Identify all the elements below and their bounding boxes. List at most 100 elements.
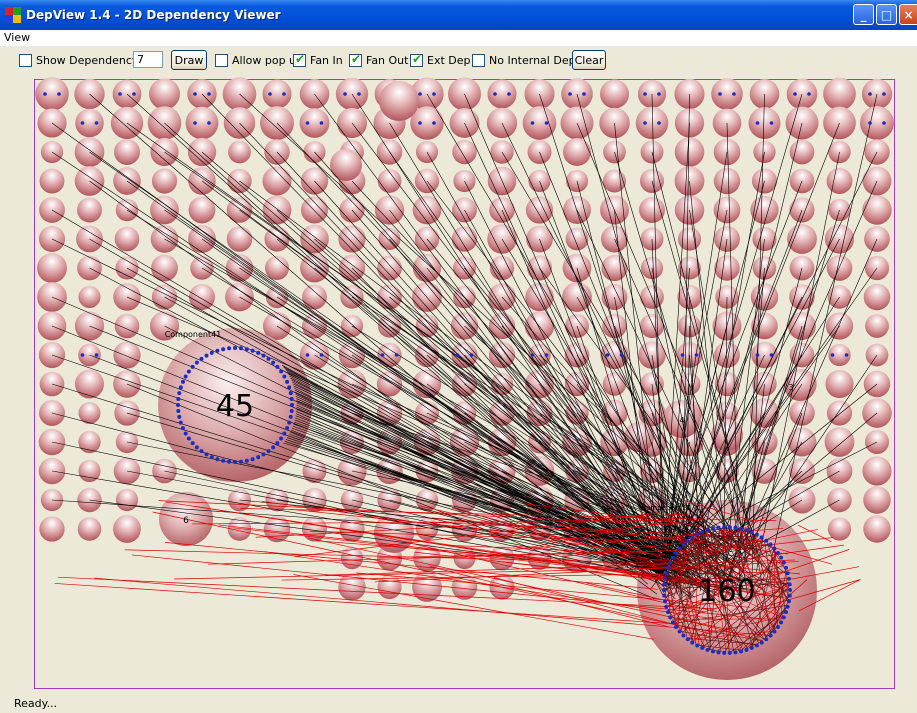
- hub-port: [783, 565, 788, 570]
- component-node[interactable]: [115, 488, 139, 512]
- component-node[interactable]: [35, 77, 69, 111]
- component-node[interactable]: [522, 106, 557, 140]
- component-node[interactable]: [299, 108, 330, 138]
- component-node[interactable]: [489, 400, 515, 426]
- component-node[interactable]: [451, 226, 478, 252]
- component-node[interactable]: [188, 196, 216, 224]
- component-node[interactable]: [862, 195, 892, 225]
- node-port: [694, 353, 699, 357]
- node-port: [643, 92, 647, 96]
- component41-port: [279, 436, 284, 441]
- component41-port: [186, 369, 191, 374]
- component-node[interactable]: [787, 224, 817, 254]
- component-node[interactable]: [825, 369, 854, 399]
- component-node[interactable]: [863, 486, 891, 514]
- component-node[interactable]: [674, 137, 705, 167]
- component-node[interactable]: [78, 285, 101, 309]
- component-node[interactable]: [827, 517, 852, 541]
- component-node[interactable]: [37, 108, 67, 138]
- component-node[interactable]: [714, 371, 740, 397]
- component-node[interactable]: [114, 313, 140, 339]
- component-node[interactable]: [262, 166, 292, 196]
- component41-port: [209, 350, 214, 355]
- component-node[interactable]: [748, 107, 781, 139]
- component-node[interactable]: [599, 79, 630, 109]
- component-node[interactable]: [565, 227, 589, 251]
- component-node[interactable]: [750, 283, 779, 311]
- component-node[interactable]: [77, 197, 102, 223]
- node-port: [343, 92, 347, 96]
- component-node[interactable]: [113, 515, 141, 543]
- component-node[interactable]: [75, 108, 104, 138]
- component-node[interactable]: [563, 138, 591, 166]
- component-node[interactable]: [330, 149, 362, 181]
- node-port: [469, 353, 474, 357]
- component-node[interactable]: [824, 427, 855, 457]
- component41-port: [233, 346, 237, 350]
- component41-port: [271, 445, 276, 450]
- component-node[interactable]: [379, 81, 419, 121]
- hub-port: [759, 535, 764, 540]
- component41-port: [275, 441, 280, 446]
- node-port: [530, 353, 535, 357]
- component-node[interactable]: [415, 314, 439, 338]
- component-node[interactable]: [714, 255, 740, 281]
- component-node[interactable]: [377, 255, 402, 281]
- hub-port: [716, 650, 721, 655]
- component-node[interactable]: [75, 369, 104, 399]
- component-node[interactable]: [188, 283, 216, 311]
- component-node[interactable]: [602, 372, 627, 396]
- component-node[interactable]: [602, 169, 627, 193]
- node-port: [868, 121, 872, 125]
- component41-port: [261, 452, 266, 457]
- component-node[interactable]: [37, 253, 67, 283]
- component-node[interactable]: [114, 226, 140, 252]
- dependency-graph[interactable]: Component41 45 6 Component17 160 3 4: [0, 0, 917, 693]
- component41-port: [244, 347, 249, 352]
- component-node[interactable]: [263, 515, 291, 543]
- component-node[interactable]: [713, 167, 741, 195]
- node-port: [568, 92, 572, 96]
- component-node[interactable]: [113, 341, 141, 369]
- component-node[interactable]: [338, 225, 366, 253]
- component-node[interactable]: [677, 227, 702, 251]
- component-node[interactable]: [635, 106, 669, 140]
- component-node[interactable]: [863, 515, 891, 543]
- component-node[interactable]: [262, 79, 292, 109]
- component-node[interactable]: [412, 572, 442, 602]
- node-port: [432, 121, 436, 125]
- component-node[interactable]: [151, 168, 178, 194]
- hub-port: [670, 620, 675, 625]
- hub-port: [677, 629, 682, 634]
- component-node[interactable]: [639, 197, 665, 223]
- status-bar: Ready...: [0, 695, 917, 713]
- component41-port: [177, 414, 182, 419]
- component-node[interactable]: [862, 456, 892, 486]
- component-node[interactable]: [39, 168, 65, 194]
- component-node[interactable]: [826, 168, 853, 194]
- component-node[interactable]: [264, 255, 290, 281]
- component-node[interactable]: [823, 77, 856, 111]
- component41-port: [227, 459, 232, 464]
- component-node[interactable]: [863, 283, 891, 311]
- component-node[interactable]: [226, 226, 253, 252]
- hub-port: [700, 530, 705, 535]
- hub-port: [764, 637, 769, 642]
- component-node[interactable]: [860, 106, 894, 140]
- component-node[interactable]: [77, 517, 102, 541]
- component-node[interactable]: [412, 195, 442, 225]
- component-node[interactable]: [452, 139, 477, 165]
- component-node[interactable]: [789, 139, 815, 165]
- component-node[interactable]: [711, 78, 743, 110]
- component-node[interactable]: [185, 106, 219, 140]
- component-node[interactable]: [826, 400, 853, 426]
- component-node[interactable]: [525, 282, 554, 312]
- component-node[interactable]: [865, 314, 889, 338]
- component-node[interactable]: [148, 78, 181, 110]
- component-node[interactable]: [487, 79, 517, 109]
- component-node[interactable]: [114, 139, 140, 165]
- component-node[interactable]: [39, 516, 65, 542]
- hub-port: [781, 615, 786, 620]
- component-node[interactable]: [228, 140, 251, 164]
- component41-port: [176, 403, 180, 407]
